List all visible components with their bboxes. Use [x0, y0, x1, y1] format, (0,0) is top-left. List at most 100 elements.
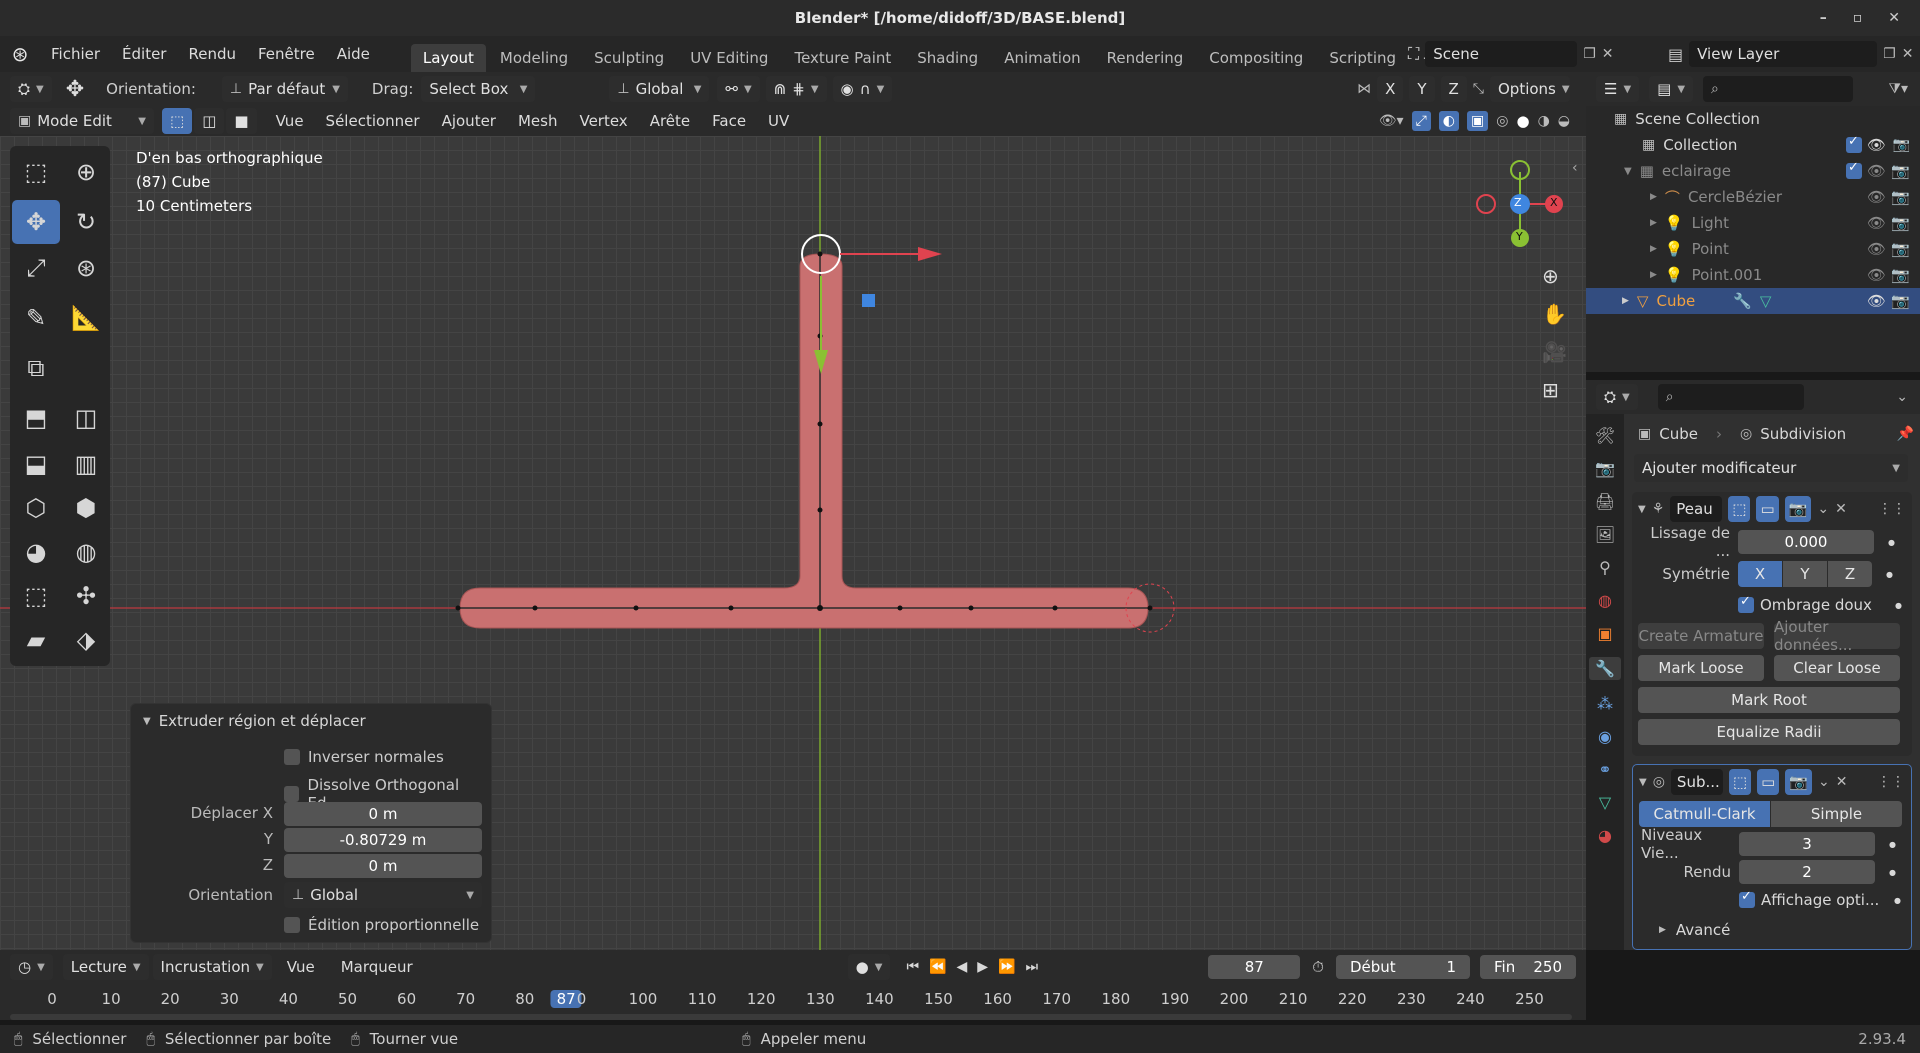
polybuild-tool-icon[interactable]: ⬢: [62, 486, 110, 530]
stopwatch-icon[interactable]: ⏱: [1312, 958, 1324, 976]
inset-tool-icon[interactable]: ◫: [62, 396, 110, 440]
wireframe-shading-icon[interactable]: ◎: [1496, 113, 1508, 129]
menu-timeline-view[interactable]: Vue: [276, 950, 326, 984]
subsurf-name-field[interactable]: Sub...: [1670, 769, 1723, 795]
menu-playback[interactable]: Lecture ▼: [62, 954, 149, 980]
render-levels-field[interactable]: 2: [1739, 860, 1875, 884]
expand-icon[interactable]: ▶: [1650, 244, 1657, 254]
menu-render[interactable]: Rendu: [177, 36, 247, 72]
scene-field[interactable]: Scene: [1425, 41, 1578, 67]
eye-icon[interactable]: 👁: [1867, 214, 1886, 232]
play-icon[interactable]: ▶: [977, 959, 988, 975]
create-armature-button[interactable]: Create Armature: [1638, 623, 1764, 649]
tool-tab-icon[interactable]: 🛠: [1595, 426, 1615, 445]
gizmo-icon[interactable]: ⤢: [1411, 111, 1431, 131]
timeline-ruler[interactable]: 0 10 20 30 40 50 60 70 80 87 0 100 110 120 130 140 150 16…: [0, 988, 1586, 1012]
keyframe-dot-icon[interactable]: ●: [1889, 868, 1896, 877]
play-reverse-icon[interactable]: ◀: [957, 959, 968, 975]
operator-title[interactable]: Extruder région et déplacer: [159, 712, 366, 730]
viewport-toggle-icon[interactable]: ▭: [1757, 769, 1780, 795]
zoom-icon[interactable]: ⊕: [1542, 264, 1567, 288]
view-layer-tab-icon[interactable]: 🖼: [1595, 525, 1615, 544]
tab-compositing[interactable]: Compositing: [1197, 44, 1315, 72]
keyframe-dot-icon[interactable]: ●: [1888, 538, 1895, 547]
smooth-tool-icon[interactable]: ◍: [62, 530, 110, 574]
scene-tab-icon[interactable]: ⚲: [1599, 558, 1611, 577]
mirror-y[interactable]: Y: [1409, 76, 1435, 102]
spin-tool-icon[interactable]: ◕: [12, 530, 60, 574]
shear-tool-icon[interactable]: ▰: [12, 618, 60, 662]
vertex-select-mode-icon[interactable]: ⬚: [162, 108, 193, 134]
tab-scripting[interactable]: Scripting: [1317, 44, 1408, 72]
menu-file[interactable]: Fichier: [40, 36, 111, 72]
mark-root-button[interactable]: Mark Root: [1638, 687, 1900, 713]
editor-type-dropdown[interactable]: ⛭ ▼: [10, 76, 52, 102]
blender-logo-icon[interactable]: ⊛: [0, 42, 40, 66]
mirror-icon[interactable]: ⋈: [1357, 81, 1371, 97]
timeline-scrollbar[interactable]: [10, 1014, 1572, 1020]
expand-icon[interactable]: ▼: [1624, 166, 1632, 177]
properties-options-icon[interactable]: ⌄: [1896, 389, 1908, 405]
eclairage-checkbox[interactable]: [1846, 160, 1862, 179]
keyframe-dot-icon[interactable]: ●: [1886, 570, 1893, 579]
menu-add[interactable]: Ajouter: [431, 106, 507, 136]
pin-icon[interactable]: 📌: [1897, 426, 1914, 442]
tab-rendering[interactable]: Rendering: [1095, 44, 1196, 72]
dropdown-chevron-icon[interactable]: ⌄: [1817, 501, 1829, 517]
collapse-icon[interactable]: ▼: [1638, 504, 1646, 515]
dissolve-checkbox[interactable]: [284, 786, 300, 802]
tab-layout[interactable]: Layout: [410, 44, 486, 72]
outliner-row-cube[interactable]: ▶ ▽ Cube 🔧 ▽ 👁 📷: [1586, 288, 1920, 314]
particles-tab-icon[interactable]: ⁂: [1597, 694, 1613, 713]
menu-view[interactable]: Vue: [265, 106, 315, 136]
tab-texture-paint[interactable]: Texture Paint: [782, 44, 903, 72]
viewport-toggle-icon[interactable]: ▭: [1756, 496, 1779, 522]
modifier-tab-icon[interactable]: 🔧: [1589, 657, 1621, 680]
collapse-icon[interactable]: ▼: [143, 716, 151, 727]
view-layer-field[interactable]: View Layer: [1689, 41, 1878, 67]
pivot-dropdown[interactable]: ⚯ ▼: [717, 76, 760, 102]
rendered-shading-icon[interactable]: ◒: [1558, 113, 1570, 129]
end-frame-field[interactable]: Fin 250: [1480, 955, 1576, 979]
tab-animation[interactable]: Animation: [992, 44, 1092, 72]
knife-tool-icon[interactable]: ⬡: [12, 486, 60, 530]
properties-search[interactable]: ⌕: [1657, 384, 1804, 410]
loopcut-tool-icon[interactable]: ▥: [62, 442, 110, 486]
mode-dropdown[interactable]: ▣ Mode Edit ▼: [10, 108, 154, 134]
rip-tool-icon[interactable]: ⬗: [62, 618, 110, 662]
expand-icon[interactable]: ▶: [1622, 296, 1629, 306]
menu-vertex[interactable]: Vertex: [568, 106, 638, 136]
select-box-tool-icon[interactable]: ⬚: [12, 150, 60, 194]
pan-hand-icon[interactable]: ✋: [1542, 302, 1567, 326]
menu-help[interactable]: Aide: [326, 36, 381, 72]
keyframe-dot-icon[interactable]: ●: [1895, 601, 1902, 610]
move-x-field[interactable]: 0 m: [284, 802, 482, 826]
bevel-tool-icon[interactable]: ⬓: [12, 442, 60, 486]
render-toggle-icon[interactable]: 📷: [1785, 769, 1812, 795]
outliner-display-mode[interactable]: ▤ ▼: [1649, 76, 1694, 102]
keyframe-dot-icon[interactable]: ●: [1894, 896, 1901, 905]
xray-icon[interactable]: ▣: [1467, 111, 1489, 131]
eye-icon[interactable]: 👁: [1867, 136, 1886, 154]
cursor-tool-icon[interactable]: ⊕: [62, 150, 110, 194]
move-y-field[interactable]: -0.80729 m: [284, 828, 482, 852]
drag-handle-icon[interactable]: ⋮⋮: [1878, 501, 1906, 517]
smooth-shading-checkbox[interactable]: [1738, 594, 1754, 613]
transform-tool-icon[interactable]: ⊛: [62, 246, 110, 290]
eye-icon[interactable]: 👁: [1867, 292, 1886, 310]
add-skin-data-button[interactable]: Ajouter données...: [1774, 618, 1900, 654]
tab-modeling[interactable]: Modeling: [488, 44, 580, 72]
edge-slide-tool-icon[interactable]: ⬚: [12, 574, 60, 618]
outliner-search[interactable]: ⌕: [1703, 76, 1854, 102]
maximize-icon[interactable]: ▫: [1853, 10, 1863, 26]
tab-shading[interactable]: Shading: [905, 44, 990, 72]
render-camera-icon[interactable]: 📷: [1893, 137, 1910, 153]
menu-overlay[interactable]: Incrustation ▼: [152, 954, 272, 980]
editmode-toggle-icon[interactable]: ⬚: [1728, 496, 1751, 522]
remove-scene-icon[interactable]: ✕: [1602, 46, 1614, 62]
eye-icon[interactable]: 👁: [1867, 162, 1886, 180]
tab-uv-editing[interactable]: UV Editing: [678, 44, 780, 72]
constraints-tab-icon[interactable]: ⚭: [1598, 760, 1611, 779]
rotate-tool-icon[interactable]: ↻: [62, 200, 110, 244]
copy-scene-icon[interactable]: ❐: [1583, 46, 1596, 62]
